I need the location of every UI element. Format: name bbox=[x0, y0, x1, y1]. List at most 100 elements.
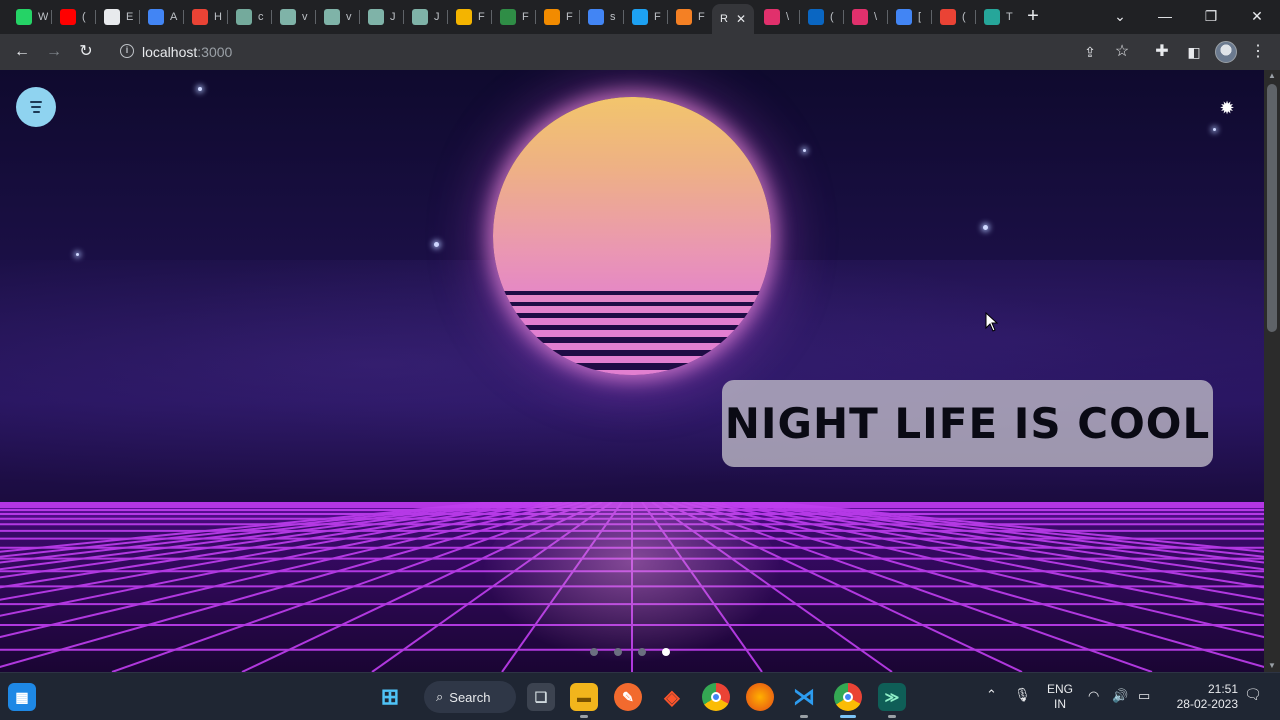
browser-tab[interactable]: J bbox=[360, 4, 402, 30]
slide-caption: NIGHT LIFE IS COOL bbox=[722, 380, 1213, 467]
page-viewport: ✹ NIGHT LIFE IS COOL bbox=[0, 70, 1264, 672]
browser-tab[interactable]: s bbox=[580, 4, 622, 30]
start-windows-icon[interactable]: ⊞ bbox=[376, 683, 404, 711]
browser-tab[interactable]: F bbox=[536, 4, 578, 30]
file-explorer-icon[interactable]: ▬ bbox=[570, 683, 598, 711]
close-window-button[interactable]: ✕ bbox=[1237, 4, 1277, 28]
sun-stripe bbox=[493, 325, 771, 330]
browser-tab[interactable]: F bbox=[624, 4, 666, 30]
microphone-icon[interactable]: 🎙 bbox=[1014, 687, 1031, 702]
tab-title: ( bbox=[962, 11, 966, 23]
site-info-icon[interactable]: i bbox=[120, 44, 134, 58]
search-label: Search bbox=[449, 689, 491, 705]
chrome-icon[interactable] bbox=[702, 683, 730, 711]
browser-tab[interactable]: R ✕ bbox=[712, 4, 754, 34]
volume-icon[interactable]: 🔊 bbox=[1112, 688, 1128, 703]
browser-tab[interactable]: H bbox=[184, 4, 226, 30]
notifications-icon[interactable]: 🗨 bbox=[1244, 687, 1262, 702]
browser-tab[interactable]: v bbox=[272, 4, 314, 30]
vscode-icon[interactable]: ⋊ bbox=[790, 683, 818, 711]
wifi-icon[interactable]: ◠ bbox=[1088, 688, 1099, 703]
sun-theme-toggle-icon[interactable]: ✹ bbox=[1215, 96, 1239, 120]
clock[interactable]: 21:51 28-02-2023 bbox=[1166, 682, 1238, 712]
browser-tab[interactable]: W bbox=[8, 4, 50, 30]
slide-dot[interactable] bbox=[638, 648, 646, 656]
slide-dot[interactable] bbox=[590, 648, 598, 656]
tab-title: F bbox=[654, 11, 661, 23]
tab-title: [ bbox=[918, 11, 922, 23]
running-indicator bbox=[888, 715, 896, 718]
scroll-thumb[interactable] bbox=[1267, 84, 1277, 332]
star bbox=[434, 242, 439, 247]
browser-tab[interactable]: ( bbox=[800, 4, 842, 30]
whatsapp-icon bbox=[16, 9, 32, 25]
slide-dot[interactable] bbox=[614, 648, 622, 656]
docs-icon bbox=[148, 9, 164, 25]
address-bar[interactable]: i localhost:3000 bbox=[108, 38, 1108, 66]
widgets-icon[interactable]: ▦ bbox=[8, 683, 36, 711]
minimize-button[interactable]: — bbox=[1145, 4, 1185, 28]
mouse-cursor-icon bbox=[985, 312, 999, 332]
back-button[interactable]: ← bbox=[10, 40, 34, 64]
browser-tab[interactable]: F bbox=[448, 4, 490, 30]
slide-dot[interactable] bbox=[662, 648, 670, 656]
browser-tab[interactable]: F bbox=[492, 4, 534, 30]
browser-tab[interactable]: v bbox=[316, 4, 358, 30]
star bbox=[983, 225, 988, 230]
lang-region: IN bbox=[1054, 697, 1066, 711]
browser-tab[interactable]: \ bbox=[756, 4, 798, 30]
browser-tab[interactable]: J bbox=[404, 4, 446, 30]
tab-search-chevron-icon[interactable]: ⌄ bbox=[1100, 4, 1140, 28]
language-indicator[interactable]: ENG IN bbox=[1046, 682, 1074, 712]
url-port: :3000 bbox=[197, 44, 233, 60]
scroll-up-arrow-icon[interactable]: ▲ bbox=[1264, 70, 1280, 82]
refresh-icon bbox=[940, 9, 956, 25]
url-host: localhost bbox=[142, 44, 198, 60]
tab-title: v bbox=[346, 11, 352, 23]
windows-taskbar: ▦ ⊞ ⌕ Search ❏ ▬ ✎ ◈ ⋊ ≫ ⌃ 🎙 ENG IN ◠ 🔊 … bbox=[0, 672, 1280, 720]
browser-tab[interactable]: c bbox=[228, 4, 270, 30]
reload-button[interactable]: ↻ bbox=[74, 40, 98, 64]
chrome-profile-icon[interactable] bbox=[834, 683, 862, 711]
url-text[interactable]: localhost:3000 bbox=[142, 44, 232, 60]
task-view-icon[interactable]: ❏ bbox=[527, 683, 555, 711]
scroll-down-arrow-icon[interactable]: ▼ bbox=[1264, 660, 1280, 672]
instagram-icon bbox=[852, 9, 868, 25]
tab-title: F bbox=[522, 11, 529, 23]
share-icon[interactable]: ⇪ bbox=[1078, 40, 1102, 64]
new-tab-button[interactable]: + bbox=[1022, 6, 1044, 28]
browser-tab[interactable]: ( bbox=[932, 4, 974, 30]
side-panel-icon[interactable]: ◧ bbox=[1182, 40, 1206, 64]
taskbar-search[interactable]: ⌕ Search bbox=[424, 681, 516, 713]
browser-tab[interactable]: [ bbox=[888, 4, 930, 30]
retro-sun bbox=[493, 97, 771, 375]
page-scrollbar[interactable]: ▲ ▼ bbox=[1264, 70, 1280, 672]
brave-browser-icon[interactable]: ◈ bbox=[658, 683, 686, 711]
tab-close-icon[interactable]: ✕ bbox=[736, 12, 746, 26]
browser-tab[interactable]: F bbox=[668, 4, 710, 30]
caption-text: NIGHT LIFE IS COOL bbox=[724, 399, 1211, 448]
tab-title: E bbox=[126, 11, 134, 23]
clock-date: 28-02-2023 bbox=[1176, 697, 1238, 711]
bookmark-star-icon[interactable]: ☆ bbox=[1110, 40, 1134, 64]
kebab-menu-icon[interactable]: ⋮ bbox=[1246, 40, 1270, 64]
browser-tab[interactable]: \ bbox=[844, 4, 886, 30]
search-icon: ⌕ bbox=[436, 689, 444, 704]
firefox-icon[interactable] bbox=[746, 683, 774, 711]
extensions-icon[interactable]: ✚ bbox=[1150, 40, 1174, 64]
download-icon bbox=[896, 9, 912, 25]
browser-tab[interactable]: ( bbox=[52, 4, 94, 30]
menu-toggle-button[interactable] bbox=[16, 87, 56, 127]
profile-avatar[interactable] bbox=[1215, 41, 1237, 63]
tab-title: ( bbox=[830, 11, 834, 23]
brush-app-icon[interactable]: ✎ bbox=[614, 683, 642, 711]
browser-tab[interactable]: A bbox=[140, 4, 182, 30]
code-terminal-icon[interactable]: ≫ bbox=[878, 683, 906, 711]
battery-icon[interactable]: ▭ bbox=[1138, 688, 1150, 703]
restore-button[interactable]: ❐ bbox=[1191, 4, 1231, 28]
forward-button[interactable]: → bbox=[42, 40, 66, 64]
browser-tab[interactable]: E bbox=[96, 4, 138, 30]
mountain-icon bbox=[280, 9, 296, 25]
tray-overflow-chevron-icon[interactable]: ⌃ bbox=[986, 687, 997, 702]
browser-tab[interactable]: T bbox=[976, 4, 1018, 30]
